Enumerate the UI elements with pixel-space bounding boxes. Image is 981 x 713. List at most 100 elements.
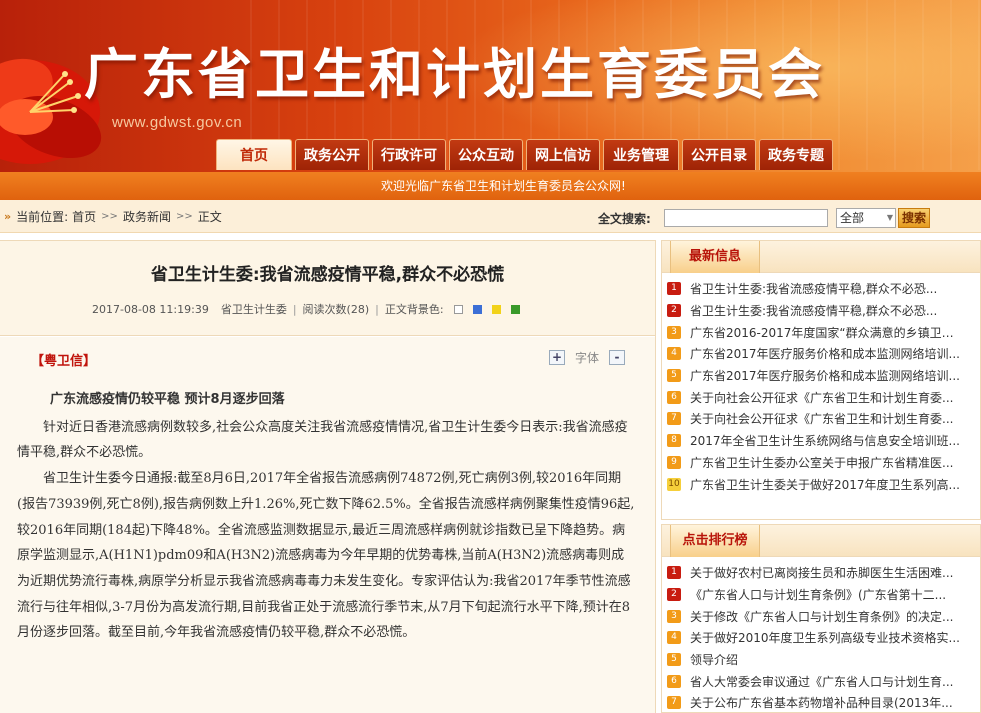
article-title: 省卫生计生委:我省流感疫情平稳,群众不必恐慌	[150, 265, 505, 285]
rank-number-badge: 4	[667, 631, 681, 645]
font-decrease-button[interactable]: -	[609, 350, 626, 365]
nav-public-catalog[interactable]: 公开目录	[682, 139, 756, 170]
article-paragraph: 省卫生计生委今日通报:截至8月6日,2017年全省报告流感病例74872例,死亡…	[17, 471, 635, 641]
list-item[interactable]: 3 关于修改《广东省人口与计划生育条例》的决定...	[667, 605, 980, 627]
list-item-link[interactable]: 关于做好农村已离岗接生员和赤脚医生生活困难...	[690, 564, 962, 581]
chevron-down-icon: ▼	[886, 213, 893, 222]
nav-gov-open[interactable]: 政务公开	[295, 139, 369, 170]
list-item-link[interactable]: 《广东省人口与计划生育条例》(广东省第十二...	[690, 586, 962, 603]
list-item-link[interactable]: 关于向社会公开征求《广东省卫生和计划生育委...	[690, 389, 962, 406]
font-size-control: + 字体 -	[549, 349, 626, 366]
rank-number-badge: 1	[667, 282, 681, 296]
article-datetime: 2017-08-08 11:19:39	[92, 302, 209, 316]
welcome-text: 欢迎光临广东省卫生和计划生育委员会公众网!	[381, 179, 626, 193]
list-item-link[interactable]: 省人大常委会审议通过《广东省人口与计划生育...	[690, 673, 962, 690]
source-tag: 【粤卫信】	[31, 354, 97, 369]
article-header: 省卫生计生委:我省流感疫情平稳,群众不必恐慌 2017-08-08 11:19:…	[0, 241, 655, 336]
list-item-link[interactable]: 省卫生计生委:我省流感疫情平稳,群众不必恐...	[690, 280, 962, 297]
article-paragraph: 针对近日香港流感病例数较多,社会公众高度关注我省流感疫情情况,省卫生计生委今日表…	[17, 419, 628, 461]
rank-number-badge: 5	[667, 369, 681, 383]
list-item[interactable]: 1 关于做好农村已离岗接生员和赤脚医生生活困难...	[667, 562, 980, 584]
article-source: 省卫生计生委	[220, 303, 287, 316]
hot-ranking-panel: 点击排行榜 1 关于做好农村已离岗接生员和赤脚医生生活困难... 2 《广东省人口与计…	[661, 524, 981, 713]
rank-number-badge: 2	[667, 304, 681, 318]
list-item[interactable]: 9 广东省卫生计生委办公室关于申报广东省精准医...	[667, 452, 980, 474]
list-item[interactable]: 7 关于向社会公开征求《广东省卫生和计划生育委...	[667, 408, 980, 430]
font-increase-button[interactable]: +	[549, 350, 565, 365]
nav-home[interactable]: 首页	[216, 139, 292, 170]
list-item[interactable]: 7 关于公布广东省基本药物增补品种目录(2013年...	[667, 692, 980, 713]
panel-header: 点击排行榜	[662, 525, 980, 557]
list-item-link[interactable]: 关于修改《广东省人口与计划生育条例》的决定...	[690, 608, 962, 625]
list-item[interactable]: 6 省人大常委会审议通过《广东省人口与计划生育...	[667, 670, 980, 692]
nav-admin-permit[interactable]: 行政许可	[372, 139, 446, 170]
list-item-link[interactable]: 省卫生计生委:我省流感疫情平稳,群众不必恐...	[690, 302, 962, 319]
main-nav: 首页 政务公开 行政许可 公众互动 网上信访 业务管理 公开目录 政务专题	[216, 139, 836, 170]
rank-number-badge: 10	[667, 477, 681, 491]
rank-number-badge: 3	[667, 325, 681, 339]
breadcrumb-separator-icon: >>	[175, 211, 193, 222]
list-item-link[interactable]: 领导介绍	[690, 651, 962, 668]
list-item-link[interactable]: 2017年全省卫生计生系统网络与信息安全培训班...	[690, 432, 962, 449]
list-item[interactable]: 2 《广东省人口与计划生育条例》(广东省第十二...	[667, 584, 980, 606]
search-scope-value: 全部	[840, 211, 865, 225]
bg-blue-swatch[interactable]	[472, 304, 482, 314]
list-item-link[interactable]: 广东省2017年医疗服务价格和成本监测网络培训...	[690, 345, 962, 362]
search-button[interactable]: 搜索	[898, 208, 930, 228]
breadcrumb: » 当前位置: 首页 >> 政务新闻 >> 正文	[0, 208, 222, 225]
search-scope-select[interactable]: 全部 ▼	[836, 208, 896, 228]
site-header: 广东省卫生和计划生育委员会 www.gdwst.gov.cn 首页 政务公开 行…	[0, 0, 981, 172]
latest-info-list: 1 省卫生计生委:我省流感疫情平稳,群众不必恐... 2 省卫生计生委:我省流感疫情平…	[662, 273, 980, 495]
rank-number-badge: 3	[667, 609, 681, 623]
list-item[interactable]: 5 广东省2017年医疗服务价格和成本监测网络培训...	[667, 365, 980, 387]
list-item-link[interactable]: 关于做好2010年度卫生系列高级专业技术资格实...	[690, 629, 962, 646]
breadcrumb-news[interactable]: 政务新闻	[123, 208, 171, 225]
breadcrumb-home[interactable]: 首页	[72, 208, 96, 225]
list-item-link[interactable]: 广东省卫生计生委关于做好2017年度卫生系列高...	[690, 476, 962, 493]
breadcrumb-bar: » 当前位置: 首页 >> 政务新闻 >> 正文 全文搜索: 全部 ▼ 搜索	[0, 200, 981, 233]
article-container: 省卫生计生委:我省流感疫情平稳,群众不必恐慌 2017-08-08 11:19:…	[0, 240, 656, 713]
nav-business-mgmt[interactable]: 业务管理	[603, 139, 679, 170]
list-item-link[interactable]: 关于公布广东省基本药物增补品种目录(2013年...	[690, 694, 962, 711]
search-input[interactable]	[664, 209, 828, 227]
meta-separator: |	[375, 302, 379, 316]
double-arrow-icon: »	[4, 210, 12, 223]
list-item-link[interactable]: 广东省卫生计生委办公室关于申报广东省精准医...	[690, 454, 962, 471]
breadcrumb-separator-icon: >>	[101, 211, 118, 222]
rank-number-badge: 6	[667, 674, 681, 688]
list-item[interactable]: 10 广东省卫生计生委关于做好2017年度卫生系列高...	[667, 473, 980, 495]
list-item[interactable]: 6 关于向社会公开征求《广东省卫生和计划生育委...	[667, 386, 980, 408]
nav-gov-topics[interactable]: 政务专题	[759, 139, 833, 170]
font-label: 字体	[575, 351, 600, 365]
welcome-bar: 欢迎光临广东省卫生和计划生育委员会公众网!	[0, 172, 981, 200]
bg-yellow-swatch[interactable]	[491, 304, 501, 314]
nav-online-petition[interactable]: 网上信访	[526, 139, 600, 170]
bg-green-swatch[interactable]	[510, 304, 520, 314]
rank-number-badge: 2	[667, 588, 681, 602]
list-item[interactable]: 2 省卫生计生委:我省流感疫情平稳,群众不必恐...	[667, 300, 980, 322]
bg-white-swatch[interactable]	[453, 304, 463, 314]
list-item[interactable]: 1 省卫生计生委:我省流感疫情平稳,群众不必恐...	[667, 278, 980, 300]
article-subhead: 广东流感疫情仍较平稳 预计8月逐步回落	[50, 392, 285, 407]
article-views: 阅读次数(28)	[302, 303, 370, 316]
rank-number-badge: 7	[667, 696, 681, 710]
list-item-link[interactable]: 关于向社会公开征求《广东省卫生和计划生育委...	[690, 410, 962, 427]
nav-public-interaction[interactable]: 公众互动	[449, 139, 523, 170]
rank-number-badge: 6	[667, 390, 681, 404]
rank-number-badge: 8	[667, 434, 681, 448]
article-content: 【粤卫信】 + 字体 - 广东流感疫情仍较平稳 预计8月逐步回落 针对近日香港流…	[0, 337, 655, 713]
rank-number-badge: 7	[667, 412, 681, 426]
list-item[interactable]: 4 关于做好2010年度卫生系列高级专业技术资格实...	[667, 627, 980, 649]
site-url: www.gdwst.gov.cn	[112, 114, 243, 131]
rank-number-badge: 1	[667, 566, 681, 580]
list-item[interactable]: 3 广东省2016-2017年度国家“群众满意的乡镇卫生...	[667, 321, 980, 343]
list-item[interactable]: 4 广东省2017年医疗服务价格和成本监测网络培训...	[667, 343, 980, 365]
list-item[interactable]: 5 领导介绍	[667, 649, 980, 671]
rank-number-badge: 9	[667, 455, 681, 469]
meta-separator: |	[292, 302, 297, 316]
list-item[interactable]: 8 2017年全省卫生计生系统网络与信息安全培训班...	[667, 430, 980, 452]
bg-color-label: 正文背景色:	[384, 303, 444, 316]
list-item-link[interactable]: 广东省2017年医疗服务价格和成本监测网络培训...	[690, 367, 962, 384]
list-item-link[interactable]: 广东省2016-2017年度国家“群众满意的乡镇卫生...	[690, 324, 962, 341]
breadcrumb-current: 正文	[197, 210, 222, 224]
